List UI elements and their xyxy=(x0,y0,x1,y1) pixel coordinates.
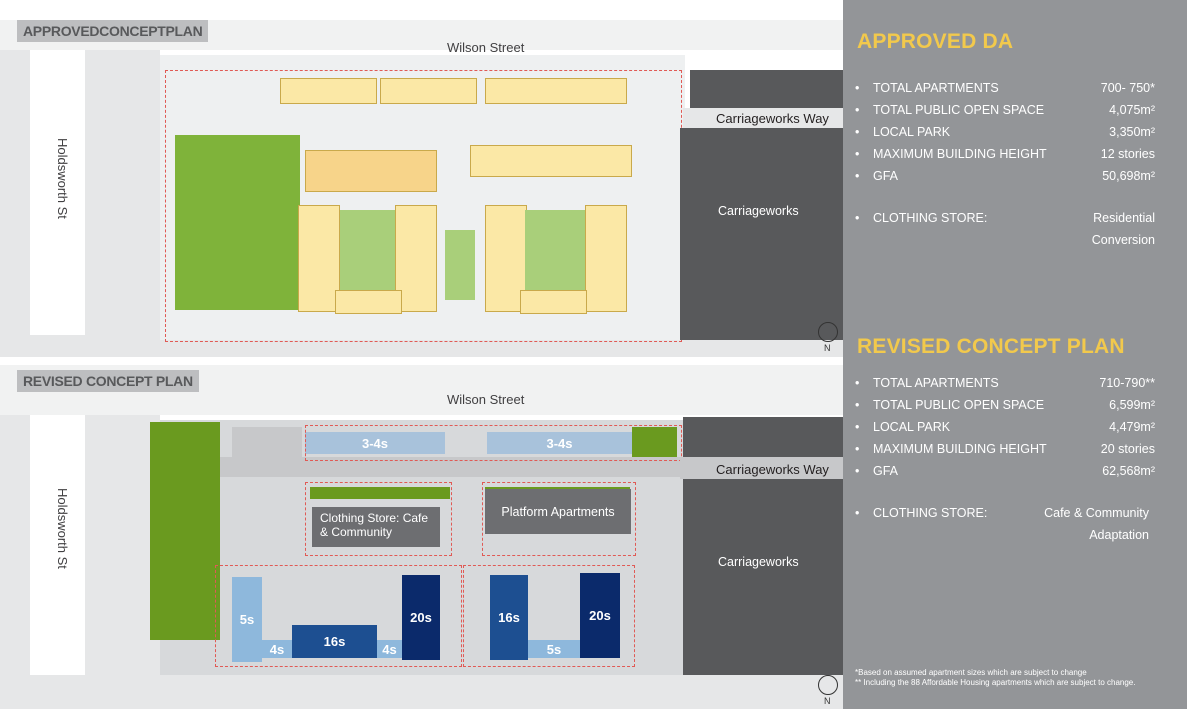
stat-value: 12 stories xyxy=(1100,147,1155,161)
stat-label: GFA xyxy=(873,169,899,183)
stat-value: 710-790** xyxy=(1099,376,1155,390)
revised-carriageworks-block xyxy=(683,479,843,675)
bullet-icon: • xyxy=(855,81,860,95)
approved-stat-row: • TOTAL APARTMENTS 700- 750* xyxy=(855,77,1155,99)
stat-label: CLOTHING STORE: xyxy=(873,211,988,225)
bullet-icon: • xyxy=(855,211,860,225)
revised-plan-label: REVISED CONCEPT PLAN xyxy=(17,370,199,392)
stat-value: 700- 750* xyxy=(1100,81,1155,95)
stat-label: TOTAL PUBLIC OPEN SPACE xyxy=(873,103,1045,117)
revised-wilson-street: Wilson Street xyxy=(447,392,525,407)
revised-parcel-platform xyxy=(482,482,636,556)
revised-carriageworks-way: Carriageworks Way xyxy=(716,462,829,477)
revised-building-5s-right: 5s xyxy=(528,640,580,658)
stat-label: GFA xyxy=(873,464,899,478)
stat-value: 50,698m² xyxy=(1102,169,1155,183)
stat-value: 62,568m² xyxy=(1102,464,1155,478)
approved-north-arrow-icon: N xyxy=(818,322,838,353)
revised-north-label: N xyxy=(824,696,831,706)
stat-value: Cafe & Community xyxy=(1044,506,1149,520)
revised-road-bottom xyxy=(0,675,843,709)
stat-value: 6,599m² xyxy=(1109,398,1155,412)
stat-label: TOTAL APARTMENTS xyxy=(873,376,999,390)
approved-carriageworks-block xyxy=(680,128,843,340)
bullet-icon: • xyxy=(855,147,860,161)
revised-concept-stats: • TOTAL APARTMENTS 710-790** • TOTAL PUBLIC… xyxy=(855,372,1155,546)
bullet-icon: • xyxy=(855,506,860,520)
approved-clothing-row: • CLOTHING STORE: Residential xyxy=(855,207,1155,229)
revised-local-park xyxy=(150,422,220,640)
approved-stat-row: • MAXIMUM BUILDING HEIGHT 12 stories xyxy=(855,143,1155,165)
approved-site-boundary xyxy=(165,70,682,342)
revised-north-arrow-icon: N xyxy=(818,675,838,706)
approved-stat-row: • GFA 50,698m² xyxy=(855,165,1155,187)
bullet-icon: • xyxy=(855,442,860,456)
footnotes: *Based on assumed apartment sizes which … xyxy=(855,668,1175,688)
approved-da-stats: • TOTAL APARTMENTS 700- 750* • TOTAL PUBLIC… xyxy=(855,77,1155,251)
stat-label: MAXIMUM BUILDING HEIGHT xyxy=(873,442,1047,456)
approved-stat-row: • LOCAL PARK 3,350m² xyxy=(855,121,1155,143)
stat-value: 4,479m² xyxy=(1109,420,1155,434)
revised-carriageworks-label: Carriageworks xyxy=(718,555,799,569)
approved-carriageworks-way: Carriageworks Way xyxy=(716,111,829,126)
bullet-icon: • xyxy=(855,398,860,412)
approved-carriageworks-label: Carriageworks xyxy=(718,204,799,218)
revised-lot-far-west xyxy=(0,415,30,695)
revised-stat-row: • MAXIMUM BUILDING HEIGHT 20 stories xyxy=(855,438,1155,460)
stat-label: MAXIMUM BUILDING HEIGHT xyxy=(873,147,1047,161)
info-panel: APPROVED DA • TOTAL APARTMENTS 700- 750* •… xyxy=(843,0,1187,709)
approved-plan: APPROVEDCONCEPTPLAN Wilson Street Holdsw… xyxy=(0,0,843,360)
revised-parcel-north xyxy=(305,425,682,461)
stat-label: LOCAL PARK xyxy=(873,125,951,139)
approved-holdsworth-st: Holdsworth St xyxy=(55,138,70,219)
approved-north-label: N xyxy=(824,343,831,353)
revised-building-4s-a: 4s xyxy=(262,640,292,658)
stat-label: TOTAL APARTMENTS xyxy=(873,81,999,95)
stat-value: Conversion xyxy=(1091,233,1155,247)
approved-clothing-row-2: Conversion xyxy=(855,229,1155,251)
bullet-icon: • xyxy=(855,420,860,434)
stat-label: TOTAL PUBLIC OPEN SPACE xyxy=(873,398,1045,412)
revised-parcel-clothing xyxy=(305,482,452,556)
approved-stat-row: • TOTAL PUBLIC OPEN SPACE 4,075m² xyxy=(855,99,1155,121)
bullet-icon: • xyxy=(855,464,860,478)
revised-lot-west xyxy=(85,415,160,695)
stat-value: 3,350m² xyxy=(1109,125,1155,139)
revised-building-4s-b: 4s xyxy=(377,640,402,658)
bullet-icon: • xyxy=(855,169,860,183)
bullet-icon: • xyxy=(855,376,860,390)
revised-stat-row: • GFA 62,568m² xyxy=(855,460,1155,482)
stat-value: Residential xyxy=(1093,211,1155,225)
revised-internal-road xyxy=(232,427,302,457)
revised-building-5s-left: 5s xyxy=(232,577,262,662)
bullet-icon: • xyxy=(855,103,860,117)
approved-da-title: APPROVED DA xyxy=(857,30,1014,53)
stat-value: 4,075m² xyxy=(1109,103,1155,117)
stat-value: Adaptation xyxy=(1089,528,1149,542)
revised-stat-row: • TOTAL APARTMENTS 710-790** xyxy=(855,372,1155,394)
footnote-2: ** Including the 88 Affordable Housing a… xyxy=(855,678,1136,687)
stat-label: LOCAL PARK xyxy=(873,420,951,434)
revised-holdsworth-st: Holdsworth St xyxy=(55,488,70,569)
footnote-1: *Based on assumed apartment sizes which … xyxy=(855,668,1087,677)
bullet-icon: • xyxy=(855,125,860,139)
revised-stat-row: • LOCAL PARK 4,479m² xyxy=(855,416,1155,438)
revised-carriageworks-way-block xyxy=(683,417,843,457)
stat-label: CLOTHING STORE: xyxy=(873,506,988,520)
revised-building-20s-a: 20s xyxy=(402,575,440,660)
stat-value: 20 stories xyxy=(1100,442,1155,456)
revised-concept-title: REVISED CONCEPT PLAN xyxy=(857,335,1125,358)
approved-plan-label: APPROVEDCONCEPTPLAN xyxy=(17,20,209,42)
revised-building-16s-b: 16s xyxy=(490,575,528,660)
plans-area: APPROVEDCONCEPTPLAN Wilson Street Holdsw… xyxy=(0,0,843,709)
revised-building-16s-a: 16s xyxy=(292,625,377,658)
approved-wilson-street: Wilson Street xyxy=(447,40,525,55)
lot-west xyxy=(85,50,160,350)
revised-clothing-row: • CLOTHING STORE: Cafe & Community xyxy=(855,502,1155,524)
revised-clothing-row-2: Adaptation xyxy=(855,524,1155,546)
revised-plan: 3-4s 3-4s Clothing Store: Cafe & Communi… xyxy=(0,365,843,709)
revised-building-20s-b: 20s xyxy=(580,573,620,658)
revised-stat-row: • TOTAL PUBLIC OPEN SPACE 6,599m² xyxy=(855,394,1155,416)
lot-far-west xyxy=(0,50,30,350)
